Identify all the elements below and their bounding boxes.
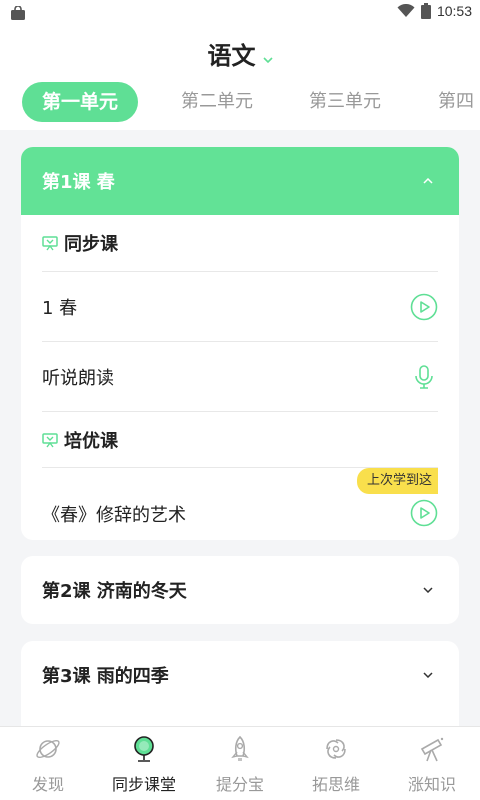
- telescope-icon: [420, 737, 444, 762]
- microphone-icon[interactable]: [410, 363, 438, 391]
- shopping-bag-icon: [11, 6, 25, 20]
- lesson-card[interactable]: 第2课 济南的冬天: [21, 556, 459, 624]
- status-bar: 10:53: [0, 0, 480, 26]
- tab-unit-1[interactable]: 第一单元: [22, 82, 139, 122]
- section-title: 培优课: [64, 430, 118, 452]
- nav-score-boost[interactable]: 提分宝: [192, 727, 288, 800]
- item-label: 1 春: [42, 297, 78, 319]
- chevron-up-icon[interactable]: [423, 178, 433, 184]
- list-item[interactable]: 听说朗读: [42, 341, 438, 411]
- play-icon[interactable]: [410, 293, 438, 321]
- list-item[interactable]: 1 春: [42, 271, 438, 341]
- lesson-list[interactable]: 第1课 春 同步课 1 春 听说朗读 培优课 上次学到这 《春》修辞的艺术 第2…: [0, 130, 480, 726]
- bottom-navigation: 发现 同步课堂 提分宝 拓思维 涨知识: [0, 726, 480, 800]
- wifi-icon: [397, 4, 415, 17]
- clock: 10:53: [436, 3, 472, 19]
- nav-knowledge[interactable]: 涨知识: [384, 727, 480, 800]
- last-studied-badge: 上次学到这: [356, 468, 438, 494]
- planet-icon: [36, 739, 60, 759]
- item-label: 《春》修辞的艺术: [42, 505, 186, 526]
- lesson-title: 第1课 春: [42, 172, 115, 193]
- rocket-icon: [231, 735, 249, 761]
- subject-selector[interactable]: 语文: [0, 36, 480, 71]
- nav-label: 涨知识: [407, 775, 456, 794]
- chevron-down-icon[interactable]: [423, 587, 433, 593]
- header: 语文 第一单元 第二单元 第三单元 第四: [0, 26, 480, 130]
- nav-label: 发现: [31, 775, 64, 794]
- list-item[interactable]: 上次学到这 《春》修辞的艺术: [42, 467, 438, 539]
- nav-label: 同步课堂: [111, 775, 176, 794]
- play-icon[interactable]: [410, 499, 438, 527]
- section-header: 培优课: [42, 411, 438, 467]
- nav-sync-class[interactable]: 同步课堂: [96, 727, 192, 800]
- tab-unit-4[interactable]: 第四: [438, 82, 474, 122]
- microphone-stand-icon: [134, 736, 154, 762]
- lesson-header[interactable]: 第3课 雨的四季: [21, 641, 459, 709]
- lesson-board-icon: [42, 432, 58, 447]
- nav-label: 提分宝: [215, 775, 264, 794]
- page-title[interactable]: 语文: [207, 43, 255, 70]
- section-title: 同步课: [64, 234, 118, 255]
- unit-tabs: 第一单元 第二单元 第三单元 第四: [0, 82, 480, 124]
- chevron-down-icon[interactable]: [262, 56, 273, 64]
- lesson-header[interactable]: 第2课 济南的冬天: [21, 556, 459, 624]
- battery-icon: [420, 3, 431, 19]
- section-header: 同步课: [42, 215, 438, 271]
- lesson-card[interactable]: 第3课 雨的四季: [21, 641, 459, 726]
- nav-label: 拓思维: [311, 775, 360, 794]
- lesson-title: 第2课 济南的冬天: [42, 581, 187, 602]
- chevron-down-icon[interactable]: [423, 672, 433, 678]
- nav-thinking[interactable]: 拓思维: [288, 727, 384, 800]
- tab-unit-3[interactable]: 第三单元: [309, 82, 381, 122]
- galaxy-icon: [326, 739, 346, 759]
- lesson-board-icon: [42, 236, 58, 251]
- lesson-header[interactable]: 第1课 春: [21, 147, 459, 215]
- tab-unit-2[interactable]: 第二单元: [181, 82, 253, 122]
- lesson-title: 第3课 雨的四季: [42, 666, 169, 687]
- nav-discover[interactable]: 发现: [0, 727, 96, 800]
- item-label: 听说朗读: [42, 367, 114, 389]
- lesson-card: 第1课 春 同步课 1 春 听说朗读 培优课 上次学到这 《春》修辞的艺术: [21, 147, 459, 540]
